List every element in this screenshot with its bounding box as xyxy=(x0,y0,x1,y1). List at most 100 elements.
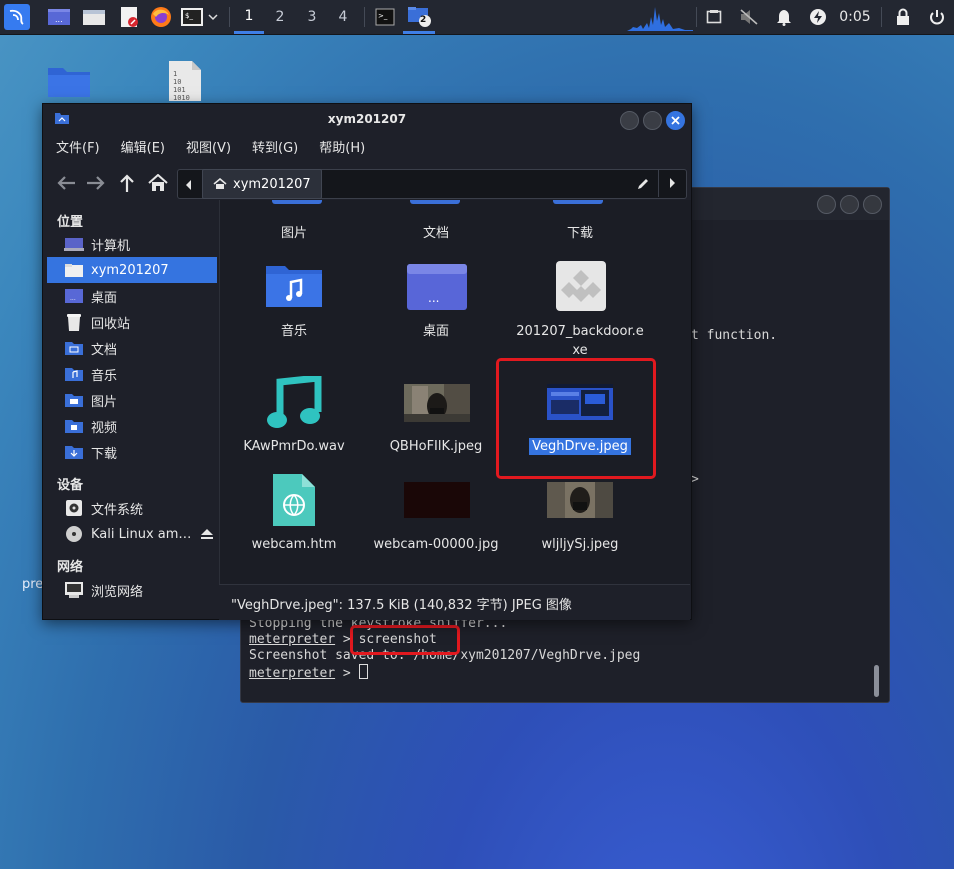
power-indicator-icon[interactable] xyxy=(806,0,830,34)
menu-go[interactable]: 转到(G) xyxy=(239,136,306,162)
file-label[interactable]: 201207_backdoor.e xe xyxy=(509,322,651,360)
sidebar-item-downloads[interactable]: 下载 xyxy=(47,439,217,465)
cpu-graph xyxy=(625,0,695,34)
image-thumbnail-icon[interactable] xyxy=(547,482,613,522)
terminal-launcher-icon[interactable]: $_ xyxy=(179,0,221,34)
file-label[interactable]: wljljySj.jpeg xyxy=(509,535,651,554)
home-folder-icon xyxy=(63,262,85,278)
sidebar-item-browse-network[interactable]: 浏览网络 xyxy=(47,577,217,603)
edit-path-pencil-icon[interactable] xyxy=(636,177,650,195)
fm-menubar: 文件(F) 编辑(E) 视图(V) 转到(G) 帮助(H) xyxy=(43,136,373,162)
workspace-1[interactable]: 1 xyxy=(234,0,264,34)
text-editor-icon[interactable] xyxy=(114,0,144,34)
terminal-active-prompt[interactable]: meterpreter > xyxy=(249,664,368,681)
file-label[interactable]: 文档 xyxy=(365,224,507,243)
desktop-folder-icon[interactable]: ... xyxy=(406,262,468,314)
image-thumbnail-icon[interactable] xyxy=(404,384,470,426)
fm-titlebar[interactable]: xym201207 xyxy=(43,104,691,134)
svg-text:...: ... xyxy=(70,295,76,302)
firefox-icon[interactable] xyxy=(146,0,176,34)
workspace-4[interactable]: 4 xyxy=(328,0,358,34)
fm-close-button[interactable] xyxy=(666,111,685,130)
fm-minimize-button[interactable] xyxy=(620,111,639,130)
taskbar: ... $_ 1 2 3 4 >_ 2 0:05 xyxy=(0,0,954,35)
music-folder-icon[interactable] xyxy=(265,262,323,312)
workspace-3[interactable]: 3 xyxy=(297,0,327,34)
home-button[interactable] xyxy=(145,170,171,196)
file-label[interactable]: webcam-00000.jpg xyxy=(365,535,507,554)
kali-menu-button[interactable] xyxy=(3,0,31,34)
sidebar-item-documents[interactable]: 文档 xyxy=(47,335,217,361)
menu-view[interactable]: 视图(V) xyxy=(173,136,239,162)
volume-muted-icon[interactable] xyxy=(737,0,761,34)
path-bar[interactable]: xym201207 xyxy=(177,169,687,199)
sidebar-item-music[interactable]: 音乐 xyxy=(47,361,217,387)
downloads-folder-icon[interactable] xyxy=(553,200,603,204)
arrow-right-icon xyxy=(87,176,105,190)
executable-file-icon[interactable] xyxy=(555,260,607,316)
notifications-icon[interactable] xyxy=(773,0,795,34)
image-thumbnail-icon[interactable] xyxy=(404,482,470,522)
sidebar-item-computer[interactable]: 计算机 xyxy=(47,231,217,257)
terminal-maximize-button[interactable] xyxy=(840,195,859,214)
terminal-scrollbar[interactable] xyxy=(874,665,879,697)
svg-text:1010: 1010 xyxy=(173,94,190,102)
path-scroll-right-icon[interactable] xyxy=(658,169,685,197)
lock-screen-icon[interactable] xyxy=(892,0,914,34)
file-label[interactable]: 下载 xyxy=(509,224,651,243)
file-label[interactable]: 图片 xyxy=(223,224,365,243)
sidebar-item-optical-disc[interactable]: Kali Linux am… xyxy=(47,521,217,547)
terminal-window-icon[interactable]: >_ xyxy=(371,0,399,34)
eject-icon[interactable] xyxy=(201,528,213,543)
file-label[interactable]: 音乐 xyxy=(223,322,365,341)
close-icon xyxy=(671,116,680,125)
svg-text:>_: >_ xyxy=(378,12,388,20)
music-folder-icon xyxy=(63,366,85,382)
svg-text:1: 1 xyxy=(173,70,177,78)
workspace-2[interactable]: 2 xyxy=(265,0,295,34)
sidebar-item-filesystem[interactable]: 文件系统 xyxy=(47,495,217,521)
sidebar-item-home[interactable]: xym201207 xyxy=(47,257,217,283)
sidebar-header-places: 位置 xyxy=(57,215,84,230)
documents-folder-icon xyxy=(63,340,85,356)
desktop-icon-label[interactable]: pre xyxy=(22,577,43,592)
up-button[interactable] xyxy=(114,170,140,196)
status-text: "VeghDrve.jpeg": 137.5 KiB (140,832 字节) … xyxy=(231,598,572,613)
audio-file-icon[interactable] xyxy=(266,374,322,434)
desktop-folder-icon[interactable] xyxy=(47,62,91,102)
power-button-icon[interactable] xyxy=(926,0,948,34)
text-cursor xyxy=(358,664,368,679)
clock[interactable]: 0:05 xyxy=(835,0,875,34)
html-file-icon[interactable] xyxy=(272,473,316,531)
desktop-binary-file-icon[interactable]: 1 10 101 1010 xyxy=(168,60,202,106)
svg-text:10: 10 xyxy=(173,78,181,86)
sidebar-item-pictures[interactable]: 图片 xyxy=(47,387,217,413)
sidebar-item-trash[interactable]: 回收站 xyxy=(47,309,217,335)
menu-edit[interactable]: 编辑(E) xyxy=(108,136,173,162)
terminal-output-line: > xyxy=(691,472,699,487)
clipboard-icon[interactable] xyxy=(703,0,725,34)
menu-file[interactable]: 文件(F) xyxy=(43,136,108,162)
path-scroll-left-icon[interactable] xyxy=(186,179,192,194)
sidebar-header-devices: 设备 xyxy=(57,478,84,493)
path-crumb-home[interactable]: xym201207 xyxy=(202,169,322,199)
show-desktop-icon[interactable]: ... xyxy=(44,0,74,34)
terminal-minimize-button[interactable] xyxy=(817,195,836,214)
file-manager-window-icon[interactable]: 2 xyxy=(403,0,435,34)
terminal-close-button[interactable] xyxy=(863,195,882,214)
sidebar-item-videos[interactable]: 视频 xyxy=(47,413,217,439)
pictures-folder-icon[interactable] xyxy=(272,200,322,204)
documents-folder-icon[interactable] xyxy=(410,200,460,204)
sidebar-item-desktop[interactable]: ... 桌面 xyxy=(47,283,217,309)
menu-help[interactable]: 帮助(H) xyxy=(306,136,373,162)
fm-maximize-button[interactable] xyxy=(643,111,662,130)
forward-button[interactable] xyxy=(83,170,109,196)
file-label[interactable]: QBHoFIlK.jpeg xyxy=(365,437,507,456)
fm-title: xym201207 xyxy=(327,112,407,126)
back-button[interactable] xyxy=(53,170,79,196)
harddisk-icon xyxy=(63,499,85,517)
file-label[interactable]: webcam.htm xyxy=(223,535,365,554)
file-label[interactable]: KAwPmrDo.wav xyxy=(223,437,365,456)
file-manager-icon[interactable] xyxy=(79,0,109,34)
file-label[interactable]: 桌面 xyxy=(365,322,507,341)
